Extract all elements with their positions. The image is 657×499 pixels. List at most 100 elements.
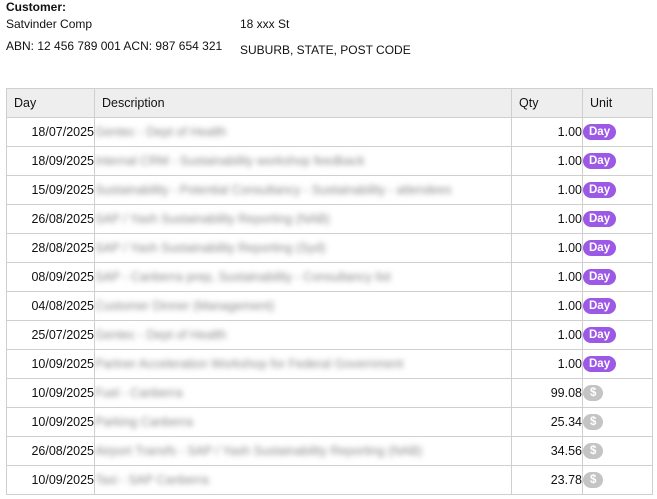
- cell-unit: Day: [582, 349, 653, 379]
- cell-qty: 1.00: [511, 291, 583, 321]
- description-text-redacted: Partner Acceleration Workshop for Federa…: [95, 357, 404, 371]
- unit-day-badge[interactable]: Day: [583, 182, 617, 198]
- description-text-redacted: Fuel - Canberra: [95, 386, 183, 400]
- customer-name: Satvinder Comp: [6, 17, 93, 31]
- cell-description: Partner Acceleration Workshop for Federa…: [94, 349, 512, 379]
- description-text-redacted: Sustainability - Potential Consultancy -…: [95, 183, 452, 197]
- description-text-redacted: Gentec - Dept of Health: [95, 125, 227, 139]
- table-row[interactable]: 26/08/2025 Airport Transfs - SAP / Yash S…: [6, 436, 653, 466]
- cell-day: 18/07/2025: [6, 117, 95, 147]
- cell-day: 26/08/2025: [6, 436, 95, 466]
- cell-description: Airport Transfs - SAP / Yash Sustainabil…: [94, 436, 512, 466]
- cell-unit: Day: [582, 320, 653, 350]
- cell-description: Gentec - Dept of Health: [94, 117, 512, 147]
- cell-qty: 34.56: [511, 436, 583, 466]
- description-text-redacted: SAP / Yash Sustainability Reporting (NAB…: [95, 212, 330, 226]
- line-items-table: Day Description Qty Unit 18/07/2025 Gente…: [6, 88, 653, 495]
- table-row[interactable]: 10/09/2025 Parking Canberra 25.34 $: [6, 407, 653, 437]
- unit-dollar-badge[interactable]: $: [583, 443, 604, 459]
- cell-description: Taxi - SAP Canberra: [94, 465, 512, 495]
- cell-qty: 1.00: [511, 233, 583, 263]
- cell-day: 15/09/2025: [6, 175, 95, 205]
- cell-description: SAP / Yash Sustainability Reporting (NAB…: [94, 204, 512, 234]
- description-text-redacted: Gentec - Dept of Health: [95, 328, 227, 342]
- table-row[interactable]: 28/08/2025 SAP / Yash Sustainability Repo…: [6, 233, 653, 263]
- cell-qty: 1.00: [511, 175, 583, 205]
- cell-unit: $: [582, 465, 653, 495]
- customer-heading: Customer:: [6, 0, 67, 14]
- unit-day-badge[interactable]: Day: [583, 211, 617, 227]
- cell-unit: $: [582, 436, 653, 466]
- table-header-row: Day Description Qty Unit: [6, 88, 653, 118]
- cell-day: 25/07/2025: [6, 320, 95, 350]
- table-row[interactable]: 10/09/2025 Fuel - Canberra 99.08 $: [6, 378, 653, 408]
- cell-unit: Day: [582, 175, 653, 205]
- cell-day: 10/09/2025: [6, 378, 95, 408]
- table-row[interactable]: 25/07/2025 Gentec - Dept of Health 1.00 Day: [6, 320, 653, 350]
- table-row[interactable]: 15/09/2025 Sustainability - Potential Con…: [6, 175, 653, 205]
- header-unit[interactable]: Unit: [582, 88, 653, 118]
- unit-day-badge[interactable]: Day: [583, 298, 617, 314]
- table-row[interactable]: 26/08/2025 SAP / Yash Sustainability Repo…: [6, 204, 653, 234]
- description-text-redacted: Airport Transfs - SAP / Yash Sustainabil…: [95, 444, 423, 458]
- header-qty[interactable]: Qty: [511, 88, 583, 118]
- unit-dollar-badge[interactable]: $: [583, 385, 604, 401]
- cell-unit: Day: [582, 262, 653, 292]
- description-text-redacted: Taxi - SAP Canberra: [95, 473, 209, 487]
- table-row[interactable]: 08/09/2025 SAP - Canberra prep, Sustainab…: [6, 262, 653, 292]
- cell-description: Sustainability - Potential Consultancy -…: [94, 175, 512, 205]
- unit-day-badge[interactable]: Day: [583, 327, 617, 343]
- cell-day: 10/09/2025: [6, 349, 95, 379]
- cell-qty: 1.00: [511, 349, 583, 379]
- cell-qty: 25.34: [511, 407, 583, 437]
- customer-abn-acn: ABN: 12 456 789 001 ACN: 987 654 321: [6, 39, 223, 53]
- cell-qty: 99.08: [511, 378, 583, 408]
- cell-day: 04/08/2025: [6, 291, 95, 321]
- cell-description: Fuel - Canberra: [94, 378, 512, 408]
- table-row[interactable]: 18/07/2025 Gentec - Dept of Health 1.00 Day: [6, 117, 653, 147]
- customer-block: Customer: Satvinder Comp ABN: 12 456 789…: [0, 0, 657, 88]
- cell-unit: $: [582, 407, 653, 437]
- unit-day-badge[interactable]: Day: [583, 153, 617, 169]
- cell-day: 28/08/2025: [6, 233, 95, 263]
- table-row[interactable]: 18/09/2025 Internal CRM - Sustainability …: [6, 146, 653, 176]
- cell-description: Gentec - Dept of Health: [94, 320, 512, 350]
- table-row[interactable]: 10/09/2025 Partner Acceleration Workshop …: [6, 349, 653, 379]
- unit-dollar-badge[interactable]: $: [583, 472, 604, 488]
- unit-day-badge[interactable]: Day: [583, 124, 617, 140]
- cell-qty: 23.78: [511, 465, 583, 495]
- unit-day-badge[interactable]: Day: [583, 240, 617, 256]
- cell-day: 10/09/2025: [6, 407, 95, 437]
- cell-unit: Day: [582, 117, 653, 147]
- cell-description: Internal CRM - Sustainability workshop f…: [94, 146, 512, 176]
- cell-day: 08/09/2025: [6, 262, 95, 292]
- unit-day-badge[interactable]: Day: [583, 356, 617, 372]
- description-text-redacted: Customer Dinner (Management): [95, 299, 275, 313]
- description-text-redacted: Internal CRM - Sustainability workshop f…: [95, 154, 365, 168]
- description-text-redacted: SAP - Canberra prep, Sustainability - Co…: [95, 270, 391, 284]
- cell-qty: 1.00: [511, 262, 583, 292]
- cell-description: Parking Canberra: [94, 407, 512, 437]
- cell-unit: Day: [582, 146, 653, 176]
- table-row[interactable]: 04/08/2025 Customer Dinner (Management) 1.…: [6, 291, 653, 321]
- cell-qty: 1.00: [511, 117, 583, 147]
- cell-day: 10/09/2025: [6, 465, 95, 495]
- header-day[interactable]: Day: [6, 88, 95, 118]
- cell-qty: 1.00: [511, 320, 583, 350]
- table-row[interactable]: 10/09/2025 Taxi - SAP Canberra 23.78 $: [6, 465, 653, 495]
- cell-unit: $: [582, 378, 653, 408]
- cell-description: Customer Dinner (Management): [94, 291, 512, 321]
- header-description[interactable]: Description: [94, 88, 512, 118]
- cell-day: 26/08/2025: [6, 204, 95, 234]
- cell-unit: Day: [582, 204, 653, 234]
- customer-address-line1: 18 xxx St: [240, 17, 290, 31]
- cell-qty: 1.00: [511, 204, 583, 234]
- unit-dollar-badge[interactable]: $: [583, 414, 604, 430]
- cell-unit: Day: [582, 233, 653, 263]
- cell-unit: Day: [582, 291, 653, 321]
- description-text-redacted: SAP / Yash Sustainability Reporting (Syd…: [95, 241, 326, 255]
- cell-description: SAP / Yash Sustainability Reporting (Syd…: [94, 233, 512, 263]
- cell-description: SAP - Canberra prep, Sustainability - Co…: [94, 262, 512, 292]
- cell-day: 18/09/2025: [6, 146, 95, 176]
- unit-day-badge[interactable]: Day: [583, 269, 617, 285]
